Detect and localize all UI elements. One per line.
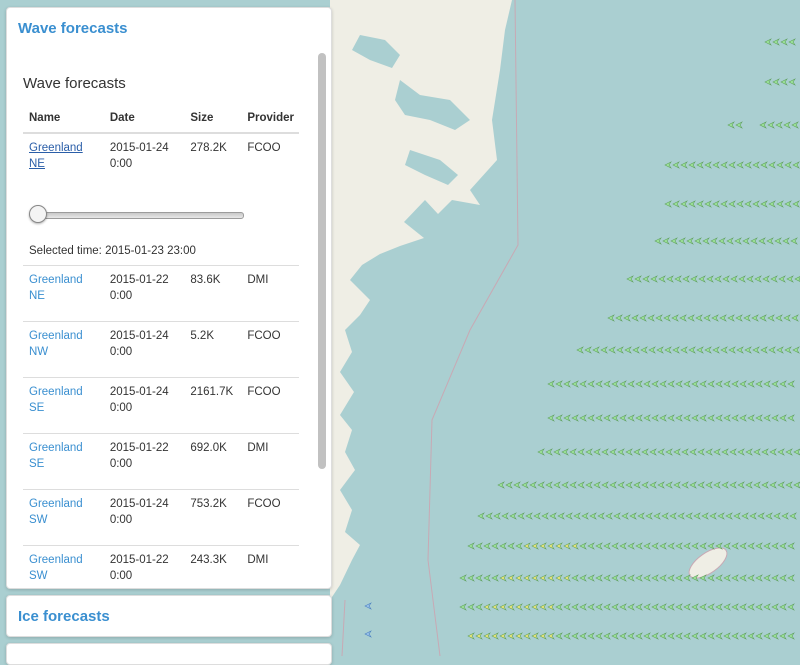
forecast-date: 2015-01-24 0:00 (103, 489, 185, 546)
time-slider-handle[interactable] (29, 205, 47, 223)
forecast-link[interactable]: Greenland NW (29, 330, 83, 358)
ice-panel-heading[interactable]: Ice forecasts (18, 608, 110, 625)
selected-time-label: Selected time: 2015-01-23 23:00 (29, 245, 196, 257)
table-row[interactable]: Greenland SW 2015-01-22 0:00 243.3K DMI (23, 545, 299, 588)
forecast-provider: FCOO (241, 377, 299, 434)
forecast-provider: DMI (241, 433, 299, 490)
forecast-provider: FCOO (247, 142, 281, 154)
forecast-provider: FCOO (241, 489, 299, 546)
column-header-size: Size (184, 104, 242, 134)
table-row[interactable]: Greenland SE 2015-01-22 0:00 692.0K DMI (23, 433, 299, 490)
forecast-date: 2015-01-22 0:00 (103, 265, 185, 322)
time-slider-track[interactable] (31, 212, 244, 219)
ice-forecasts-panel: Ice forecasts (6, 595, 332, 637)
wave-forecasts-panel: Wave forecasts Wave forecasts Name Date … (6, 7, 332, 589)
forecast-size: 243.3K (184, 545, 242, 588)
wave-forecast-table: Name Date Size Provider Greenland NE 201… (23, 104, 299, 588)
forecast-link[interactable]: Greenland SE (29, 442, 83, 470)
table-row-selected[interactable]: Greenland NE 2015-01-24 0:00 278.2K FCOO (23, 133, 299, 189)
column-header-date: Date (103, 104, 185, 134)
forecast-provider: DMI (241, 265, 299, 322)
forecast-link[interactable]: Greenland NE (29, 274, 83, 302)
forecast-date: 2015-01-22 0:00 (103, 433, 185, 490)
forecast-link[interactable]: Greenland SE (29, 386, 83, 414)
wave-panel-heading[interactable]: Wave forecasts (18, 20, 128, 37)
forecast-date: 2015-01-24 0:00 (103, 321, 185, 378)
forecast-size: 753.2K (184, 489, 242, 546)
forecast-size: 2161.7K (184, 377, 242, 434)
forecast-date: 2015-01-22 0:00 (103, 545, 185, 588)
wave-table-title: Wave forecasts (23, 75, 126, 92)
table-row[interactable]: Greenland NW 2015-01-24 0:00 5.2K FCOO (23, 321, 299, 378)
next-panel (6, 643, 332, 665)
forecast-link[interactable]: Greenland SW (29, 498, 83, 526)
forecast-provider: DMI (241, 545, 299, 588)
forecast-size: 278.2K (190, 142, 227, 154)
table-header-row: Name Date Size Provider (23, 104, 299, 134)
forecast-link[interactable]: Greenland NE (29, 142, 83, 170)
column-header-provider: Provider (241, 104, 299, 134)
forecast-date: 2015-01-24 0:00 (109, 142, 169, 170)
forecast-size: 83.6K (184, 265, 242, 322)
table-row[interactable]: Greenland NE 2015-01-22 0:00 83.6K DMI (23, 265, 299, 322)
table-row[interactable]: Greenland SW 2015-01-24 0:00 753.2K FCOO (23, 489, 299, 546)
time-slider-row: Selected time: 2015-01-23 23:00 (23, 189, 299, 266)
forecast-size: 692.0K (184, 433, 242, 490)
column-header-name: Name (23, 104, 104, 134)
forecast-provider: FCOO (241, 321, 299, 378)
panel-scrollbar[interactable] (317, 48, 329, 588)
forecast-date: 2015-01-24 0:00 (103, 377, 185, 434)
table-row[interactable]: Greenland SE 2015-01-24 0:00 2161.7K FCOO (23, 377, 299, 434)
forecast-size: 5.2K (184, 321, 242, 378)
scrollbar-thumb[interactable] (318, 53, 326, 469)
forecast-link[interactable]: Greenland SW (29, 554, 83, 582)
time-slider[interactable] (29, 205, 244, 225)
